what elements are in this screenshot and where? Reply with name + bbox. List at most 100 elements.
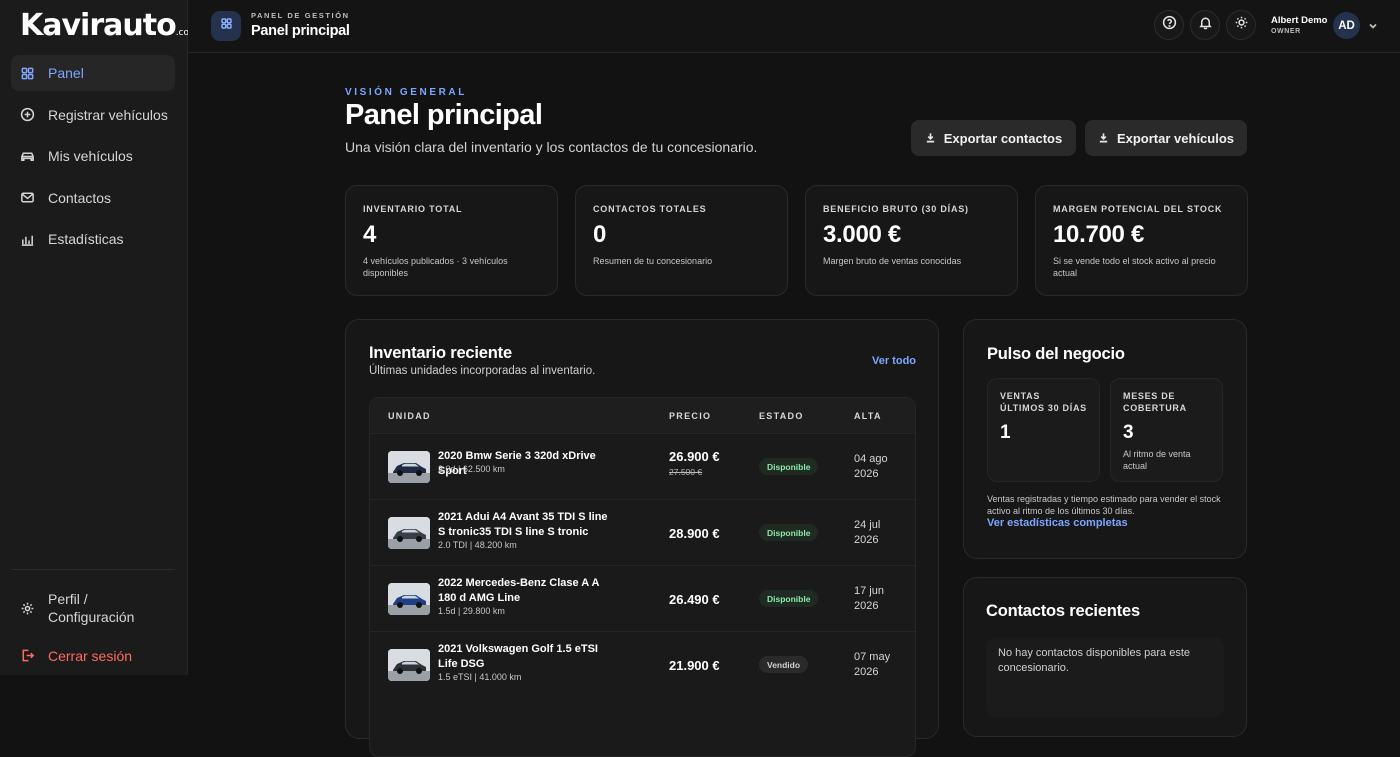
vehicle-price: 21.900 € [669,658,720,673]
stat-value: 0 [593,221,770,249]
vehicle-price: 26.900 € [669,449,720,464]
sidebar-item-panel[interactable]: Panel [11,55,175,91]
vehicle-name[interactable]: 2022 Mercedes-Benz Clase A A 180 d AMG L… [438,576,616,605]
mail-icon [20,190,35,205]
see-all-link[interactable]: Ver todo [872,355,916,367]
vehicle-name[interactable]: 2021 Adui A4 Avant 35 TDI S line S troni… [438,510,616,539]
page-subtitle: Una visión clara del inventario y los co… [345,139,757,155]
sidebar-item-perfil[interactable]: Perfil / Configuración [11,584,175,632]
sidebar-item-label: Registrar vehículos [48,107,168,123]
notifications-button[interactable] [1190,10,1220,40]
chevron-down-icon[interactable] [1368,18,1378,28]
stat-note: 4 vehículos publicados · 3 vehículos dis… [363,255,540,279]
metric-ventas: VENTAS ÚLTIMOS 30 DÍAS 1 [987,378,1100,482]
metric-value: 3 [1123,422,1210,444]
recent-contacts-panel: Contactos recientes No hay contactos dis… [963,577,1247,737]
sidebar-item-estadisticas[interactable]: Estadísticas [11,221,175,257]
topbar: PANEL DE GESTIÓN Panel principal Albert … [188,0,1400,53]
stat-card-beneficio: BENEFICIO BRUTO (30 DÍAS) 3.000 € Margen… [805,185,1018,296]
status-badge: Vendido [759,656,808,673]
stat-label: BENEFICIO BRUTO (30 DÍAS) [823,204,1000,214]
bell-icon [1198,15,1213,35]
logout-button[interactable]: Cerrar sesión [11,638,175,674]
table-row[interactable]: 2021 Adui A4 Avant 35 TDI S line S troni… [370,499,915,565]
column-header: ESTADO [759,411,804,421]
metric-label: VENTAS ÚLTIMOS 30 DÍAS [1000,390,1087,414]
stat-card-margen: MARGEN POTENCIAL DEL STOCK 10.700 € Si s… [1035,185,1248,296]
metric-note: Al ritmo de venta actual [1123,448,1210,472]
column-header: UNIDAD [388,411,431,421]
plus-circle-icon [20,107,35,122]
topbar-actions [1154,10,1256,40]
export-contacts-button[interactable]: Exportar contactos [911,120,1076,156]
vehicle-name[interactable]: 2021 Volkswagen Golf 1.5 eTSI Life DSG [438,642,616,671]
sidebar-item-label: Contactos [48,190,111,206]
vehicle-meta: 1.5 eTSI | 41.000 km [438,672,521,682]
full-stats-link[interactable]: Ver estadísticas completas [987,517,1128,529]
help-button[interactable] [1154,10,1184,40]
theme-toggle[interactable] [1226,10,1256,40]
vehicle-meta: 1.5d | 29.800 km [438,606,505,616]
stat-card-inventario: INVENTARIO TOTAL 4 4 vehículos publicado… [345,185,558,296]
vehicle-price: 26.490 € [669,592,720,607]
brand-logo[interactable]: Kavirauto.com [20,8,198,43]
vehicle-meta: 2.0 TDI | 48.200 km [438,540,517,550]
stat-note: Resumen de tu concesionario [593,255,770,267]
sidebar-item-vehiculos[interactable]: Mis vehículos [11,138,175,174]
stat-label: CONTACTOS TOTALES [593,204,770,214]
vehicle-date: 04 ago 2026 [854,452,904,482]
sidebar: Kavirauto.com Panel Registrar vehículos … [0,0,188,675]
topbar-kicker: PANEL DE GESTIÓN [251,11,350,20]
table-row[interactable]: 2021 Volkswagen Golf 1.5 eTSI Life DSG 1… [370,631,915,697]
stat-label: MARGEN POTENCIAL DEL STOCK [1053,204,1230,214]
inventory-table: UNIDAD PRECIO ESTADO ALTA 2020 Bmw Serie… [369,397,916,757]
vehicle-thumbnail [388,583,430,615]
metric-value: 1 [1000,422,1087,444]
page-kicker: VISIÓN GENERAL [345,87,467,98]
stat-note: Si se vende todo el stock activo al prec… [1053,255,1230,279]
logout-icon [20,648,35,663]
export-vehicles-label: Exportar vehículos [1117,131,1234,146]
sidebar-item-label: Perfil / Configuración [48,590,148,626]
download-icon [925,131,944,146]
table-header: UNIDAD PRECIO ESTADO ALTA [370,398,915,433]
stat-value: 3.000 € [823,221,1000,249]
sidebar-item-label: Mis vehículos [48,148,133,164]
export-vehicles-button[interactable]: Exportar vehículos [1085,120,1247,156]
download-icon [1098,131,1117,146]
main-content: VISIÓN GENERAL Panel principal Una visió… [188,53,1400,675]
sidebar-item-label: Estadísticas [48,231,123,247]
topbar-title: Panel principal [251,23,350,39]
table-row[interactable]: 2020 Bmw Serie 3 320d xDrive Sport 2.0d … [370,433,915,499]
table-row[interactable]: 2022 Mercedes-Benz Clase A A 180 d AMG L… [370,565,915,631]
vehicle-old-price: 27.500 € [669,467,702,477]
gear-icon [20,601,35,616]
sidebar-item-label: Cerrar sesión [48,647,132,665]
sidebar-item-contactos[interactable]: Contactos [11,180,175,216]
inventory-subtitle: Últimas unidades incorporadas al inventa… [369,365,595,377]
help-icon [1162,15,1177,35]
avatar[interactable]: AD [1333,12,1360,39]
contacts-title: Contactos recientes [986,602,1140,621]
grid-icon [20,66,35,81]
inventory-title: Inventario reciente [369,344,512,363]
stat-label: INVENTARIO TOTAL [363,204,540,214]
pulse-description-text: Ventas registradas y tiempo estimado par… [987,494,1221,516]
table-body: 2020 Bmw Serie 3 320d xDrive Sport 2.0d … [370,433,915,697]
metric-label: MESES DE COBERTURA [1123,390,1210,414]
user-role: OWNER [1271,28,1301,35]
export-contacts-label: Exportar contactos [944,131,1062,146]
stat-value: 4 [363,221,540,249]
bar-chart-icon [20,232,35,247]
vehicle-thumbnail [388,451,430,483]
sidebar-item-registrar[interactable]: Registrar vehículos [11,97,175,133]
status-badge: Disponible [759,524,818,541]
pulse-description: Ventas registradas y tiempo estimado par… [987,493,1227,529]
vehicle-meta: 2.0d | 62.500 km [438,464,505,474]
pulse-title: Pulso del negocio [987,345,1125,364]
status-badge: Disponible [759,458,818,475]
sidebar-item-label: Panel [48,65,84,81]
metric-cobertura: MESES DE COBERTURA 3 Al ritmo de venta a… [1110,378,1223,482]
vehicle-thumbnail [388,649,430,681]
page-title: Panel principal [345,99,542,132]
